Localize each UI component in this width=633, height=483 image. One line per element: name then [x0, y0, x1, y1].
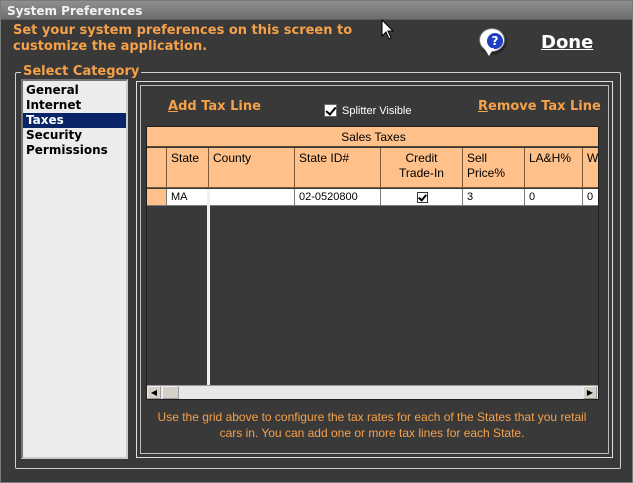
- cell-state[interactable]: MA: [167, 189, 209, 206]
- credit-header-line1: Credit: [405, 151, 438, 165]
- grid-title: Sales Taxes: [147, 127, 598, 147]
- mouse-cursor-icon: [381, 19, 395, 40]
- column-header-sell-price[interactable]: Sell Price%: [463, 148, 525, 188]
- add-tax-line-mnemonic: A: [168, 99, 179, 114]
- help-question-mark: ?: [487, 33, 503, 49]
- help-button[interactable]: ?: [476, 27, 510, 59]
- add-tax-line-button[interactable]: Add Tax Line: [168, 99, 261, 114]
- cell-sell-price[interactable]: 3: [463, 189, 525, 206]
- cell-county[interactable]: [209, 189, 295, 206]
- add-tax-line-label: dd Tax Line: [178, 99, 261, 114]
- cell-credit-trade-in[interactable]: [381, 189, 463, 206]
- grid-splitter[interactable]: [207, 189, 210, 385]
- column-header-county[interactable]: County: [209, 148, 295, 188]
- system-preferences-window: System Preferences Set your system prefe…: [0, 0, 633, 483]
- sell-header-line2: Price%: [467, 166, 506, 180]
- category-item-taxes[interactable]: Taxes: [23, 113, 126, 128]
- category-item-security[interactable]: Security: [23, 128, 126, 143]
- column-header-state[interactable]: State: [167, 148, 209, 188]
- row-indicator[interactable]: [147, 189, 167, 206]
- splitter-visible-checkbox[interactable]: [324, 104, 337, 117]
- column-header-lah[interactable]: LA&H%: [525, 148, 583, 188]
- category-item-permissions[interactable]: Permissions: [23, 143, 126, 158]
- remove-tax-line-mnemonic: R: [478, 99, 489, 114]
- remove-tax-line-button[interactable]: Remove Tax Line: [478, 99, 601, 114]
- remove-tax-line-label: emove Tax Line: [488, 99, 601, 114]
- category-item-general[interactable]: General: [23, 83, 126, 98]
- credit-header-line2: Trade-In: [399, 166, 444, 180]
- category-item-internet[interactable]: Internet: [23, 98, 126, 113]
- category-list[interactable]: General Internet Taxes Security Permissi…: [21, 79, 128, 459]
- cell-lah[interactable]: 0: [525, 189, 583, 206]
- column-header-credit-trade-in[interactable]: Credit Trade-In: [381, 148, 463, 188]
- row-indicator-header: [147, 148, 167, 188]
- scroll-left-icon[interactable]: ◀: [147, 386, 161, 399]
- sell-header-line1: Sell: [467, 151, 488, 165]
- cell-state-id[interactable]: 02-0520800: [295, 189, 381, 206]
- sales-taxes-grid[interactable]: Sales Taxes State County State ID# Credi…: [146, 126, 599, 400]
- done-button[interactable]: Done: [541, 32, 593, 53]
- cell-w[interactable]: 0: [583, 189, 598, 206]
- scroll-thumb[interactable]: [162, 386, 179, 399]
- horizontal-scrollbar[interactable]: ◀ ▶: [147, 385, 598, 399]
- category-legend: Select Category: [21, 64, 142, 79]
- credit-trade-in-checkbox[interactable]: [417, 192, 428, 203]
- help-bubble-tail: [484, 48, 494, 56]
- taxes-hint-text: Use the grid above to configure the tax …: [157, 410, 587, 440]
- window-title: System Preferences: [1, 1, 632, 20]
- splitter-visible-toggle[interactable]: Splitter Visible: [324, 104, 412, 117]
- column-header-state-id[interactable]: State ID#: [295, 148, 381, 188]
- column-header-w[interactable]: W: [583, 148, 598, 188]
- scroll-right-icon[interactable]: ▶: [583, 386, 597, 399]
- splitter-visible-label: Splitter Visible: [342, 104, 412, 117]
- intro-text: Set your system preferences on this scre…: [13, 23, 353, 54]
